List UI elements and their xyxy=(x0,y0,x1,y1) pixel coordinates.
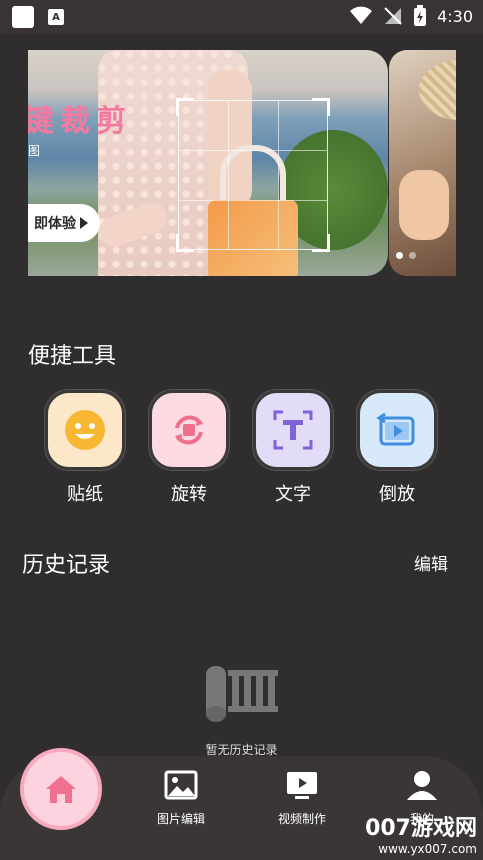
tool-sticker[interactable]: 贴纸 xyxy=(44,390,126,506)
carousel-dot xyxy=(396,252,403,259)
tool-label: 倒放 xyxy=(379,484,415,505)
wifi-icon xyxy=(350,6,373,24)
banner-slide[interactable]: 键裁剪 图 即体验 xyxy=(28,50,388,276)
crop-corner xyxy=(312,234,330,252)
tool-rotate[interactable]: 旋转 xyxy=(148,390,230,506)
banner-next-slide[interactable] xyxy=(389,50,456,276)
quick-tools-title: 便捷工具 xyxy=(28,344,117,369)
watermark-brand: 007游戏网 xyxy=(365,816,477,841)
app-square-icon xyxy=(12,6,34,28)
history-edit-button[interactable]: 编辑 xyxy=(414,550,448,575)
home-tab-button[interactable] xyxy=(20,748,102,830)
play-arrow-icon xyxy=(80,217,88,229)
crop-frame-graphic xyxy=(176,98,330,252)
tool-reverse[interactable]: 倒放 xyxy=(356,390,438,506)
banner2-photo-hand xyxy=(399,170,449,240)
battery-charging-icon xyxy=(414,5,427,26)
banner-try-button[interactable]: 即体验 xyxy=(28,204,100,242)
watermark: 007游戏网 www.yx007.com xyxy=(365,810,477,856)
crop-corner xyxy=(176,98,194,116)
tool-label: 贴纸 xyxy=(67,484,103,505)
tool-label: 旋转 xyxy=(171,484,207,505)
carousel-dot xyxy=(409,252,416,259)
banner2-photo-hat xyxy=(419,60,456,120)
banner-carousel[interactable]: 键裁剪 图 即体验 xyxy=(28,50,456,276)
tab-image-edit[interactable]: 图片编辑 xyxy=(141,770,221,827)
crop-corner xyxy=(176,234,194,252)
status-bar: A 4:30 xyxy=(0,0,483,34)
tab-label: 图片编辑 xyxy=(156,812,205,826)
rotate-icon[interactable] xyxy=(149,390,229,470)
no-signal-icon xyxy=(384,7,402,25)
empty-film-icon xyxy=(206,666,278,722)
tab-video-make[interactable]: 视频制作 xyxy=(262,770,342,827)
quick-tools-grid: 贴纸 旋转 文字 倒放 xyxy=(44,390,438,510)
watermark-url: www.yx007.com xyxy=(378,842,477,856)
crop-corner xyxy=(312,98,330,116)
reverse-play-icon[interactable] xyxy=(357,390,437,470)
video-icon xyxy=(287,772,317,799)
tab-label: 视频制作 xyxy=(277,812,326,826)
user-icon xyxy=(407,771,437,800)
history-title: 历史记录 xyxy=(22,553,111,578)
tool-text[interactable]: 文字 xyxy=(252,390,334,506)
image-icon xyxy=(164,770,198,800)
home-icon xyxy=(46,776,76,803)
carousel-indicator xyxy=(396,252,416,259)
banner-title: 键裁剪 xyxy=(28,104,132,139)
banner-subtitle: 图 xyxy=(28,144,41,158)
text-T-icon[interactable] xyxy=(253,390,333,470)
font-a-icon: A xyxy=(48,9,64,25)
tool-label: 文字 xyxy=(275,484,311,505)
clock: 4:30 xyxy=(437,6,473,26)
banner-try-label: 即体验 xyxy=(34,216,76,232)
sticker-smiley-icon[interactable] xyxy=(45,390,125,470)
